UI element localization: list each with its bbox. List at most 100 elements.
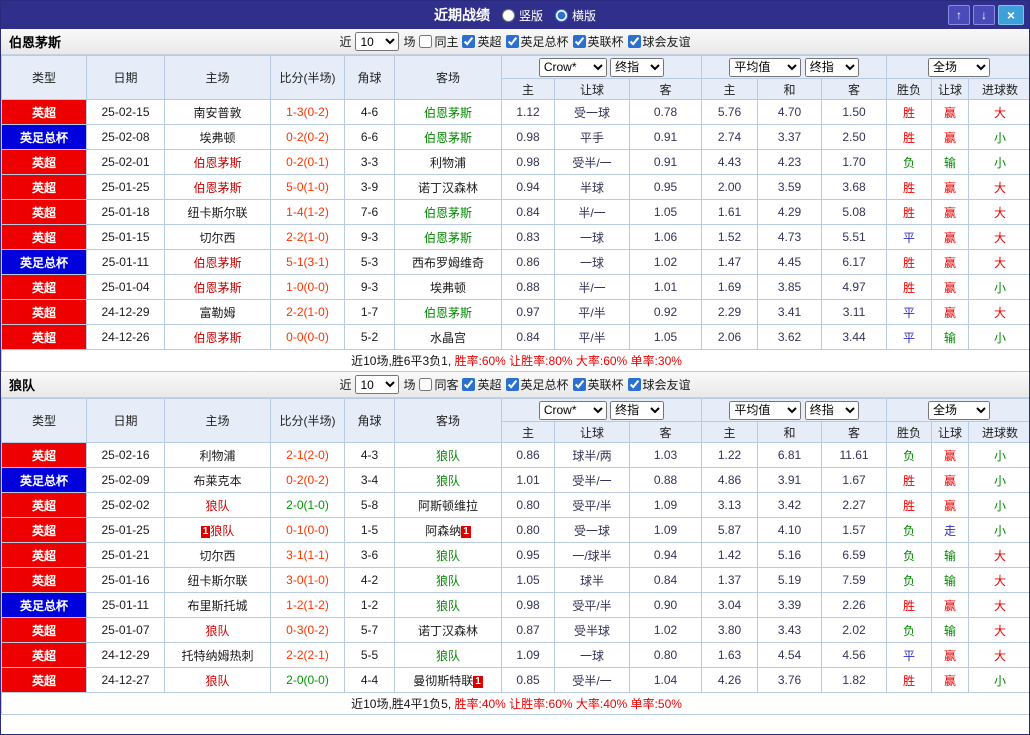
- home-team-cell: 伯恩茅斯: [164, 249, 271, 275]
- europe-avg-select[interactable]: 平均值: [729, 400, 802, 420]
- filter-league-efl-cup[interactable]: 英联杯: [572, 33, 624, 50]
- scroll-up-button[interactable]: ↑: [948, 5, 970, 25]
- filter-league-fa-cup[interactable]: 英足总杯: [505, 376, 569, 393]
- summary-row: 近10场,胜4平1负5, 胜率:40% 让胜率:60% 大率:40% 单率:50…: [1, 692, 1029, 715]
- home-team-name: 伯恩茅斯: [193, 180, 242, 195]
- ah-away-odds-cell: 1.05: [628, 199, 703, 225]
- europe-stage-select[interactable]: 终指: [804, 57, 859, 77]
- score-cell: 2-1(2-0): [270, 442, 345, 468]
- bookmaker-select[interactable]: Crow*: [538, 400, 607, 420]
- league-cell: 英超: [1, 492, 87, 518]
- sub-header-result: 胜负: [886, 421, 933, 443]
- filter-league-fa-cup-input[interactable]: [505, 35, 519, 48]
- result-group-header: 全场: [886, 398, 1029, 422]
- filter-league-friendly[interactable]: 球会友谊: [627, 376, 691, 393]
- handicap-odds-group-header: Crow* 终指: [500, 55, 703, 79]
- result-cell: 负: [886, 567, 933, 593]
- eu-draw-odds-cell: 3.39: [757, 592, 823, 618]
- filter-league-friendly[interactable]: 球会友谊: [627, 33, 691, 50]
- filter-league-fa-cup[interactable]: 英足总杯: [505, 33, 569, 50]
- same-venue-label: 同客: [434, 378, 459, 392]
- away-team-cell: 伯恩茅斯: [394, 199, 502, 225]
- handicap-stage-select[interactable]: 终指: [610, 57, 665, 77]
- filter-league-premier[interactable]: 英超: [462, 376, 502, 393]
- vertical-radio-input[interactable]: [501, 8, 515, 22]
- red-card-badge: 1: [473, 675, 483, 688]
- horizontal-radio-input[interactable]: [555, 8, 568, 22]
- home-team-cell: 伯恩茅斯: [164, 174, 271, 200]
- filter-league-premier[interactable]: 英超: [462, 33, 502, 50]
- handicap-result-cell: 赢: [931, 249, 970, 275]
- eu-away-odds-cell: 6.17: [821, 249, 888, 275]
- home-team-cell: 南安普敦: [164, 99, 271, 125]
- filter-league-friendly-input[interactable]: [627, 35, 641, 48]
- handicap-result-cell: 输: [931, 542, 970, 568]
- filter-league-premier-input[interactable]: [462, 378, 476, 391]
- result-cell: 胜: [886, 199, 933, 225]
- match-row: 英超 24-12-29 富勒姆 2-2(1-0) 1-7 伯恩茅斯 0.97 平…: [1, 299, 1029, 325]
- eu-draw-odds-cell: 3.91: [757, 467, 823, 493]
- close-button[interactable]: ×: [998, 5, 1024, 25]
- filter-league-efl-cup-input[interactable]: [572, 35, 586, 48]
- filter-league-efl-cup[interactable]: 英联杯: [572, 376, 624, 393]
- bookmaker-select[interactable]: Crow*: [538, 57, 607, 77]
- league-cell: 英足总杯: [1, 467, 87, 493]
- ah-home-odds-cell: 1.01: [501, 467, 555, 493]
- match-count-select[interactable]: 10: [355, 375, 400, 394]
- same-venue-input[interactable]: [419, 378, 433, 391]
- europe-avg-select[interactable]: 平均值: [729, 57, 802, 77]
- layout-radio-horizontal[interactable]: 横版: [555, 7, 596, 24]
- date-cell: 25-01-07: [86, 617, 165, 643]
- goals-result-cell: 小: [968, 517, 1029, 543]
- eu-away-odds-cell: 3.44: [821, 324, 888, 350]
- goals-result-cell: 小: [968, 467, 1029, 493]
- same-venue-checkbox[interactable]: 同客: [419, 376, 458, 393]
- eu-draw-odds-cell: 3.76: [757, 667, 823, 693]
- score-cell: 2-2(2-1): [270, 642, 345, 668]
- handicap-result-cell: 赢: [931, 274, 970, 300]
- scope-select[interactable]: 全场: [928, 57, 991, 77]
- sub-header-goals: 进球数: [968, 78, 1029, 100]
- near-label: 近: [339, 35, 352, 49]
- games-label: 场: [403, 378, 416, 392]
- eu-away-odds-cell: 2.27: [821, 492, 888, 518]
- match-row: 英超 25-01-21 切尔西 3-1(1-1) 3-6 狼队 0.95 一/球…: [1, 542, 1029, 568]
- result-cell: 胜: [886, 667, 933, 693]
- home-team-name: 利物浦: [199, 448, 236, 463]
- match-count-select[interactable]: 10: [355, 32, 400, 51]
- eu-away-odds-cell: 3.11: [821, 299, 888, 325]
- same-venue-checkbox[interactable]: 同主: [419, 33, 458, 50]
- europe-odds-group-header: 平均值 终指: [701, 398, 888, 422]
- layout-radio-vertical[interactable]: 竖版: [501, 7, 543, 24]
- eu-draw-odds-cell: 5.16: [757, 542, 823, 568]
- europe-stage-select[interactable]: 终指: [804, 400, 859, 420]
- ah-away-odds-cell: 1.04: [628, 667, 703, 693]
- eu-away-odds-cell: 6.59: [821, 542, 888, 568]
- handicap-cell: 平/半: [554, 324, 630, 350]
- score-cell: 5-0(1-0): [270, 174, 345, 200]
- result-cell: 平: [886, 324, 933, 350]
- ah-away-odds-cell: 0.92: [628, 299, 703, 325]
- eu-away-odds-cell: 4.56: [821, 642, 888, 668]
- filter-league-friendly-input[interactable]: [627, 378, 641, 391]
- ah-home-odds-cell: 0.94: [501, 174, 555, 200]
- result-cell: 负: [886, 442, 933, 468]
- ah-away-odds-cell: 0.91: [628, 124, 703, 150]
- eu-draw-odds-cell: 3.41: [757, 299, 823, 325]
- same-venue-input[interactable]: [419, 35, 433, 48]
- filter-league-fa-cup-input[interactable]: [505, 378, 519, 391]
- home-team-cell: 托特纳姆热刺: [164, 642, 271, 668]
- handicap-stage-select[interactable]: 终指: [610, 400, 665, 420]
- match-row: 英超 25-01-18 纽卡斯尔联 1-4(1-2) 7-6 伯恩茅斯 0.84…: [1, 199, 1029, 225]
- ah-home-odds-cell: 0.95: [501, 542, 555, 568]
- filter-league-efl-cup-input[interactable]: [572, 378, 586, 391]
- ah-home-odds-cell: 0.88: [501, 274, 555, 300]
- league-cell: 英超: [1, 149, 87, 175]
- scope-select[interactable]: 全场: [928, 400, 991, 420]
- filter-league-premier-input[interactable]: [462, 35, 476, 48]
- league-cell: 英超: [1, 642, 87, 668]
- sections-container: 伯恩茅斯 近 10 场 同主 英超 英足总杯 英联杯 球会友谊 类型 日期 主场…: [1, 29, 1029, 715]
- ah-away-odds-cell: 1.01: [628, 274, 703, 300]
- scroll-down-button[interactable]: ↓: [973, 5, 995, 25]
- filter-league-fa-cup-label: 英足总杯: [520, 35, 569, 49]
